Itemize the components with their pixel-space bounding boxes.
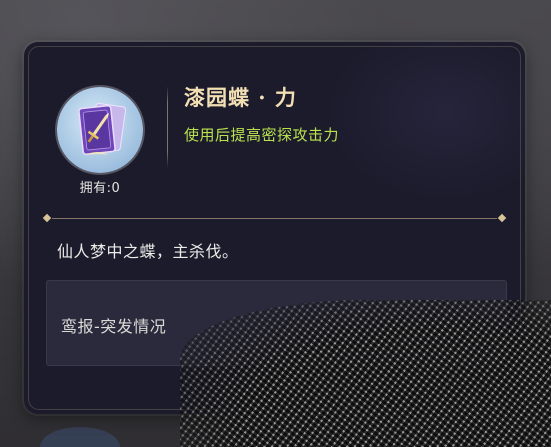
owned-count: 拥有:0 — [79, 181, 121, 196]
divider-diamond-left — [42, 213, 52, 223]
obscured-region — [180, 300, 551, 447]
item-name: 漆园蝶 · 力 — [184, 85, 297, 110]
ornamental-divider — [42, 213, 507, 223]
divider-line — [52, 218, 497, 219]
item-effect: 使用后提高密探攻击力 — [184, 126, 340, 144]
item-icon — [57, 87, 143, 173]
divider-diamond-right — [497, 213, 507, 223]
item-description: 仙人梦中之蝶，主杀伐。 — [57, 242, 239, 261]
vertical-divider — [167, 86, 168, 168]
purple-card-sword-icon — [78, 103, 127, 155]
panel-glow — [325, 42, 525, 202]
source-label: 鸾报-突发情况 — [61, 317, 167, 336]
